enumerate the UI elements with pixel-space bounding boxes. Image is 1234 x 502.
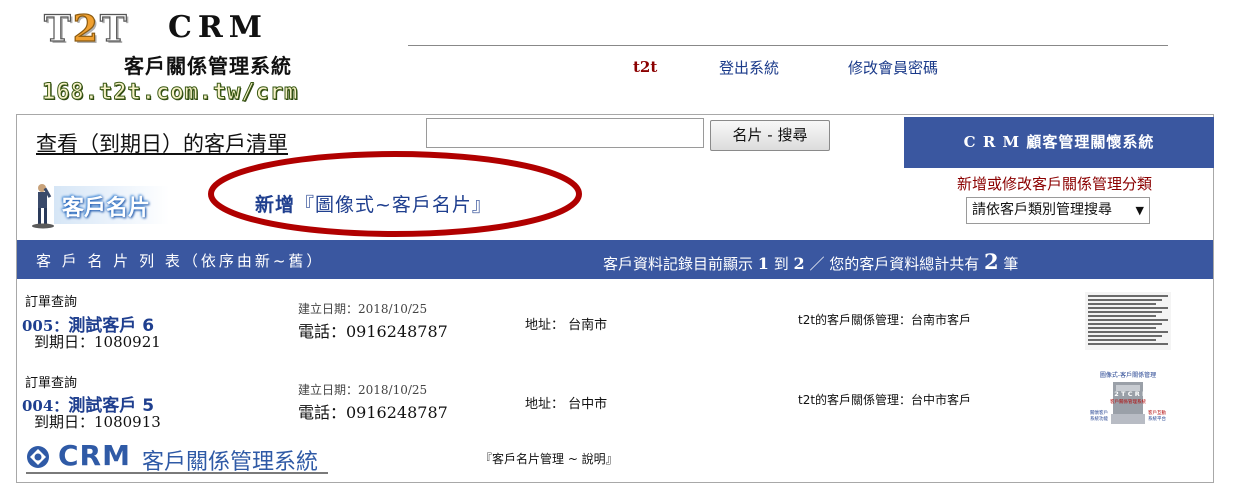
count-from: 1: [757, 254, 769, 273]
category-manage-link[interactable]: 新增或修改客戶關係管理分類: [957, 173, 1152, 194]
add-image-card-link[interactable]: 新增『圖像式~客戶名片』: [255, 190, 492, 217]
crm-logo-icon: [27, 446, 49, 468]
count-unit: 筆: [1003, 255, 1019, 273]
search-input[interactable]: [426, 118, 704, 148]
thumb-text-line: [1088, 335, 1162, 337]
order-query-link[interactable]: 訂單查詢: [25, 372, 77, 391]
logout-link[interactable]: 登出系統: [719, 57, 779, 78]
logo-crm-text: CRM: [168, 10, 269, 45]
category-select-value: 請依客戶類別管理搜尋: [972, 202, 1112, 218]
logo-subtitle: 客戶關係管理系統: [124, 54, 292, 78]
thumb-center: T 2 T C R M: [1108, 390, 1149, 398]
thumb-text-line: [1088, 319, 1168, 321]
crm-category: t2t的客戶關係管理：台南市客戶: [798, 313, 972, 327]
main-frame: [16, 114, 1214, 483]
thumb-text-line: [1088, 295, 1168, 297]
thumb-text-line: [1088, 315, 1156, 317]
thumb-right-b: 系統平台: [1148, 415, 1166, 422]
created-date: 建立日期：2018/10/25: [298, 383, 428, 397]
card-thumbnail[interactable]: 圖像式-客戶關係管理 T 2 T C R M 客戶關係管理系統 關懷客戶 系統功…: [1085, 370, 1171, 428]
created-date: 建立日期：2018/10/25: [298, 302, 428, 316]
count-to-word: 到: [773, 255, 789, 273]
logo-letter-2: 2: [72, 7, 100, 50]
thumb-text-line: [1088, 339, 1156, 341]
t2t-logo: T2T: [43, 7, 129, 50]
category-select[interactable]: 請依客戶類別管理搜尋 ▼: [966, 197, 1150, 224]
count-total: 2: [984, 249, 999, 274]
logo-letter-t: T: [43, 7, 73, 50]
order-query-link[interactable]: 訂單查詢: [25, 291, 77, 310]
thumb-text-line: [1088, 327, 1156, 329]
footer-crm-text: CRM: [58, 439, 131, 472]
count-text-b: ／ 您的客戶資料總計共有: [809, 255, 980, 273]
expiry-date: 到期日：1080913: [34, 413, 161, 431]
thumb-text-line: [1088, 303, 1156, 305]
header-divider: [408, 45, 1168, 46]
crm-banner[interactable]: C R M 顧客管理關懷系統: [904, 117, 1214, 168]
thumb-title: 圖像式-客戶關係管理: [1100, 371, 1156, 379]
logo-url: 168.t2t.com.tw/crm: [41, 80, 299, 106]
count-to: 2: [793, 254, 805, 273]
thumb-sub: 客戶關係管理系統: [1110, 398, 1146, 405]
thumb-text-line: [1088, 299, 1162, 301]
thumb-text-line: [1088, 343, 1168, 345]
phone: 電話：0916248787: [298, 322, 448, 341]
business-card-logo-text: 客戶名片: [62, 196, 151, 221]
card-search-button[interactable]: 名片 - 搜尋: [710, 120, 830, 151]
add-card-text: 『圖像式~客戶名片』: [295, 194, 492, 216]
change-password-link[interactable]: 修改會員密碼: [848, 57, 938, 78]
address: 地址： 台中市: [525, 397, 608, 412]
list-header-count: 客戶資料記錄目前顯示 1 到 2 ／ 您的客戶資料總計共有 2 筆: [603, 249, 1018, 274]
thumb-text-line: [1088, 311, 1162, 313]
thumb-text-line: [1088, 323, 1162, 325]
list-header-title: 客 戶 名 片 列 表（依序由新~舊）: [36, 252, 325, 270]
address: 地址： 台南市: [525, 318, 608, 333]
card-help-link[interactable]: 『客戶名片管理 ~ 說明』: [480, 450, 618, 467]
add-card-prefix: 新增: [255, 194, 296, 216]
footer-underline: [26, 472, 328, 474]
dropdown-arrow-icon: ▼: [1135, 204, 1144, 217]
logo-letter-t2: T: [99, 7, 129, 50]
thumb-left-b: 系統功能: [1090, 415, 1108, 422]
phone: 電話：0916248787: [298, 403, 448, 422]
card-thumbnail[interactable]: [1085, 292, 1171, 350]
thumb-left-a: 關懷客戶: [1090, 409, 1108, 416]
count-text-a: 客戶資料記錄目前顯示: [603, 255, 754, 273]
crm-category: t2t的客戶關係管理：台中市客戶: [798, 393, 972, 407]
username-label: t2t: [633, 58, 658, 76]
thumb-right-a: 客戶互動: [1148, 409, 1166, 416]
expiry-date: 到期日：1080921: [34, 333, 161, 351]
thumb-text-line: [1088, 331, 1168, 333]
thumb-text-line: [1088, 307, 1168, 309]
